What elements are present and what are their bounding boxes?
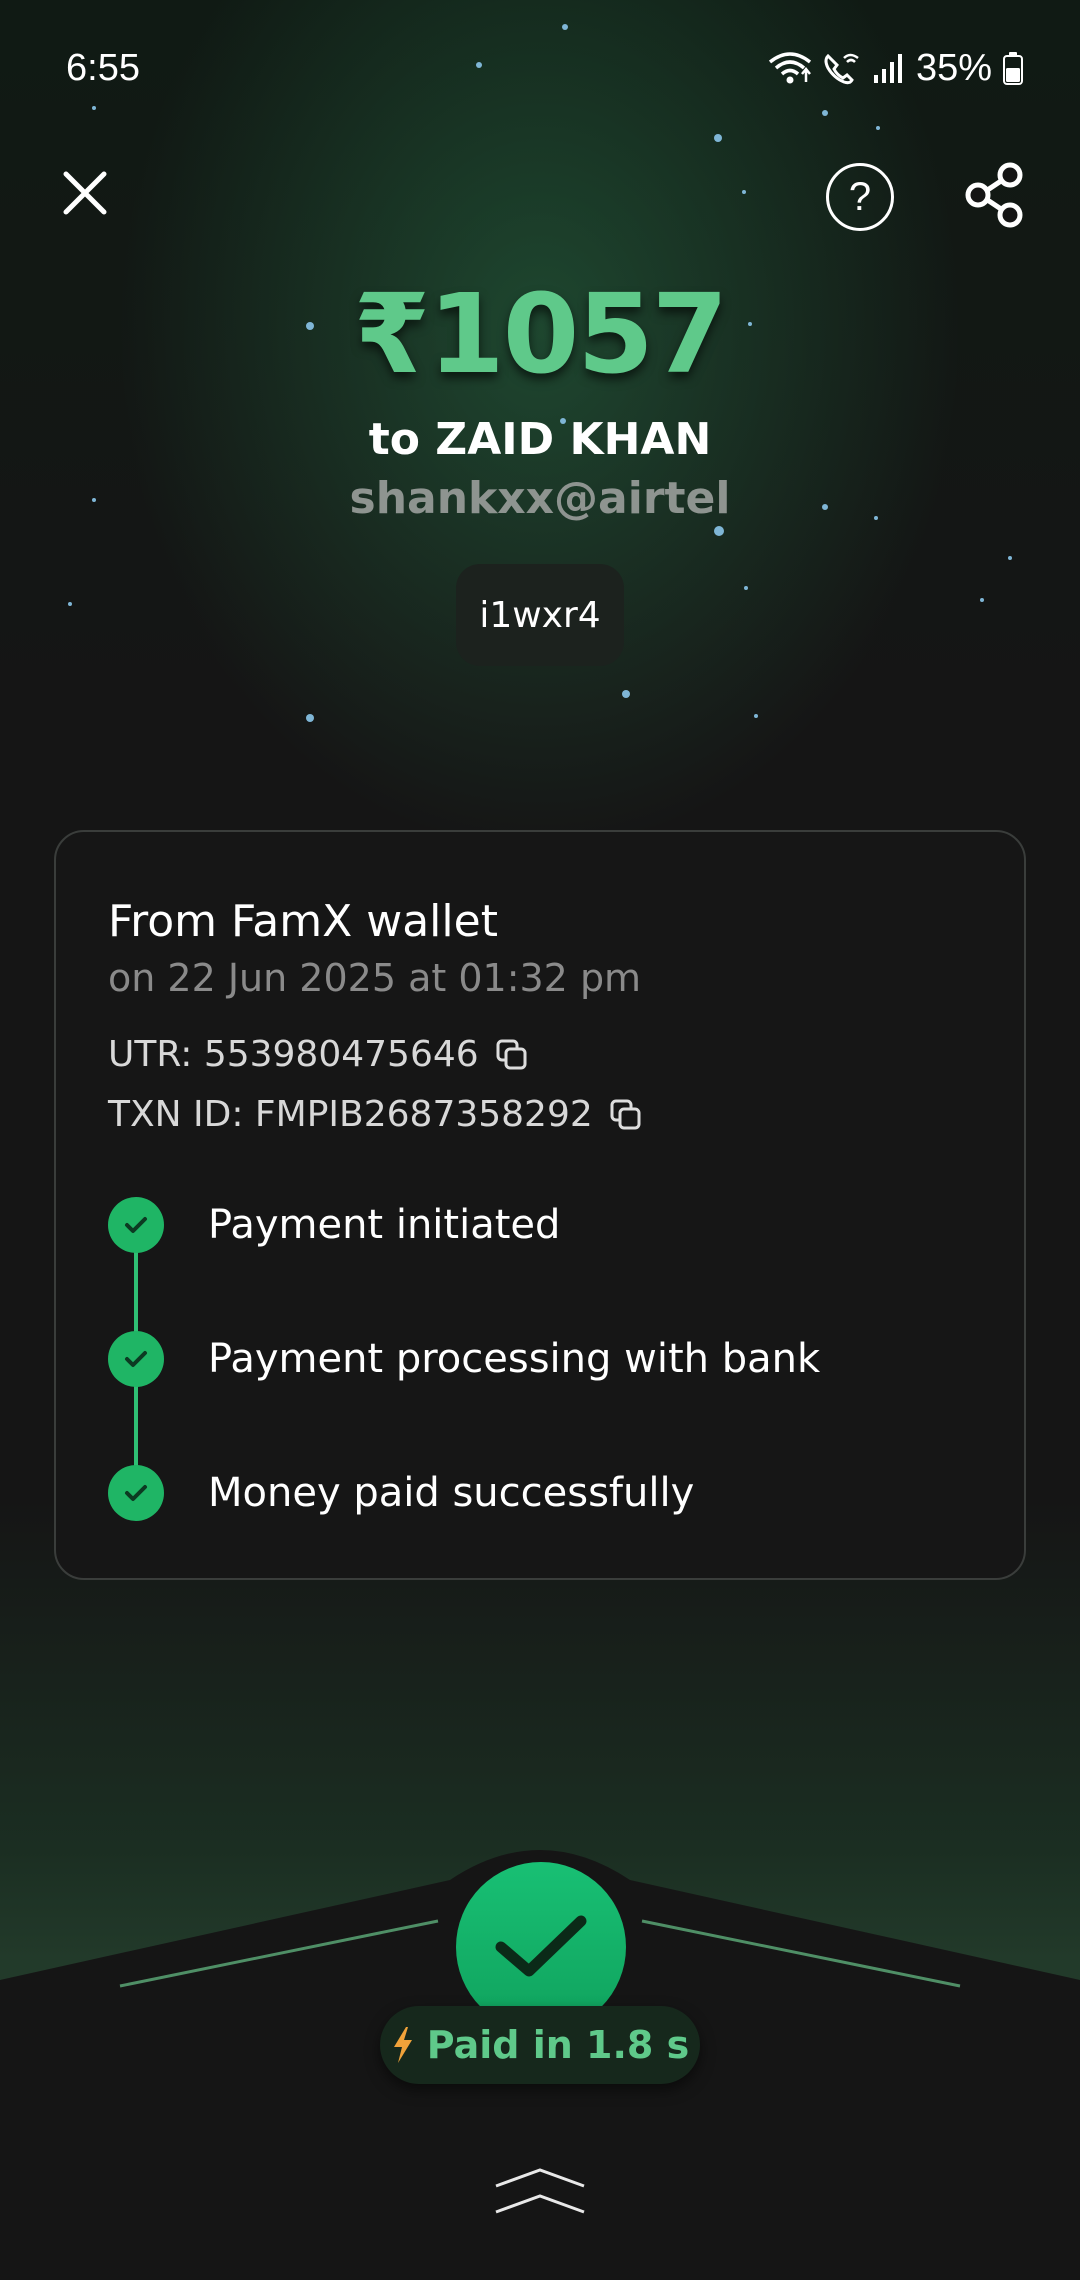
share-icon <box>965 162 1023 228</box>
help-icon: ? <box>848 174 872 219</box>
payee-upi-id: shankxx@airtel <box>349 473 731 524</box>
payment-note-chip: i1wxr4 <box>456 564 624 666</box>
timeline-step: Money paid successfully <box>108 1465 694 1521</box>
step-check-icon <box>108 1331 164 1387</box>
payment-datetime: on 22 Jun 2025 at 01:32 pm <box>108 956 642 1000</box>
close-button[interactable] <box>58 166 112 220</box>
chevron-up-icon <box>495 2168 585 2214</box>
close-icon <box>63 171 107 215</box>
txn-id-value: TXN ID: FMPIB2687358292 <box>108 1094 593 1135</box>
payment-success-screen: 6:55 35% ? ₹1057 to ZAID KHAN shankxx@ai… <box>0 0 1080 2280</box>
payment-source: From FamX wallet <box>108 896 498 947</box>
signal-icon <box>873 54 902 83</box>
step-label: Payment processing with bank <box>208 1336 821 1382</box>
paid-time-chip: Paid in 1.8 s <box>380 2006 700 2084</box>
status-bar: 6:55 35% <box>66 40 1024 96</box>
transaction-details-card: From FamX wallet on 22 Jun 2025 at 01:32… <box>54 830 1026 1580</box>
status-time: 6:55 <box>66 46 140 89</box>
expand-details-button[interactable] <box>490 2160 590 2220</box>
share-button[interactable] <box>964 160 1024 230</box>
check-icon <box>495 1915 587 1977</box>
payee-name: to ZAID KHAN <box>368 414 712 465</box>
lightning-icon <box>393 2027 412 2063</box>
copy-utr-icon[interactable] <box>495 1038 529 1072</box>
wifi-icon <box>768 52 812 84</box>
step-check-icon <box>108 1465 164 1521</box>
help-button[interactable]: ? <box>826 163 894 231</box>
utr-value: UTR: 553980475646 <box>108 1034 479 1075</box>
timeline-step: Payment initiated <box>108 1197 560 1253</box>
copy-txn-id-icon[interactable] <box>609 1098 643 1132</box>
battery-percentage: 35% <box>915 46 992 89</box>
utr-row: UTR: 553980475646 <box>108 1034 529 1075</box>
step-label: Payment initiated <box>208 1202 561 1248</box>
payment-note: i1wxr4 <box>479 594 601 636</box>
payment-amount: ₹1057 <box>353 270 729 398</box>
step-check-icon <box>108 1197 164 1253</box>
paid-time-label: Paid in 1.8 s <box>426 2023 690 2067</box>
step-label: Money paid successfully <box>208 1470 695 1516</box>
wifi-calling-icon <box>824 53 859 85</box>
battery-icon <box>1003 52 1023 85</box>
txn-id-row: TXN ID: FMPIB2687358292 <box>108 1094 643 1135</box>
timeline-step: Payment processing with bank <box>108 1331 820 1387</box>
status-icons: 35% <box>768 47 1024 90</box>
